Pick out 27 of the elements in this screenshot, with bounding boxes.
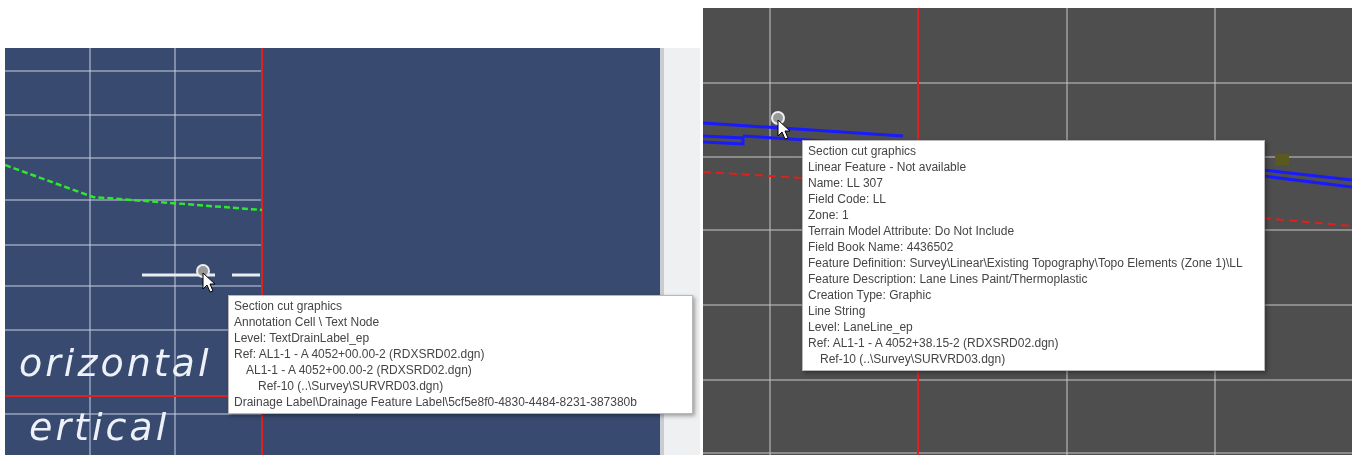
tooltip-line: AL1-1 - A 4052+00.00-2 (RDXSRD02.dgn) [245, 362, 473, 378]
cursor-icon [196, 264, 216, 293]
tooltip-line: Field Book Name: 4436502 [808, 239, 955, 255]
axis-label: orizontal [19, 341, 212, 385]
tooltip-line: Level: TextDrainLabel_ep [234, 330, 371, 346]
cursor-icon [771, 111, 791, 140]
tooltip-line: Section cut graphics [808, 143, 918, 159]
tooltip-line: Name: LL 307 [808, 175, 884, 191]
tooltip-line: Ref: AL1-1 - A 4052+38.15-2 (RDXSRD02.dgn) [808, 335, 1060, 351]
marker-icon [1275, 154, 1289, 165]
tooltip-line: Drainage Label\Drainage Feature Label\5cf5e8f0-4830-4484-8231-387380b [234, 394, 638, 410]
text-line [232, 273, 260, 277]
tooltip-line: Ref: AL1-1 - A 4052+00.00-2 (RDXSRD02.dgn) [234, 346, 486, 362]
tooltip-line: Zone: 1 [808, 207, 850, 223]
tooltip-line: Feature Description: Lane Lines Paint/Thermoplastic [808, 271, 1089, 287]
axis-label: ertical [29, 405, 170, 449]
tooltip-line: Annotation Cell \ Text Node [234, 314, 381, 330]
tooltip-line: Line String [808, 303, 867, 319]
tooltip-line: Field Code: LL [808, 191, 888, 207]
tooltip-line: Level: LaneLine_ep [808, 319, 914, 335]
tooltip-line: Section cut graphics [234, 298, 344, 314]
tooltip-line: Creation Type: Graphic [808, 287, 933, 303]
tooltip-line: Ref-10 (..\Survey\SURVRD03.dgn) [819, 351, 1007, 367]
tooltip-line: Terrain Model Attribute: Do Not Include [808, 223, 1016, 239]
tooltip-line: Ref-10 (..\Survey\SURVRD03.dgn) [257, 378, 445, 394]
tooltip-line: Linear Feature - Not available [808, 159, 968, 175]
tooltip-line: Feature Definition: Survey\Linear\Existing Topography\Topo Elements (Zone 1)\LL [808, 255, 1244, 271]
